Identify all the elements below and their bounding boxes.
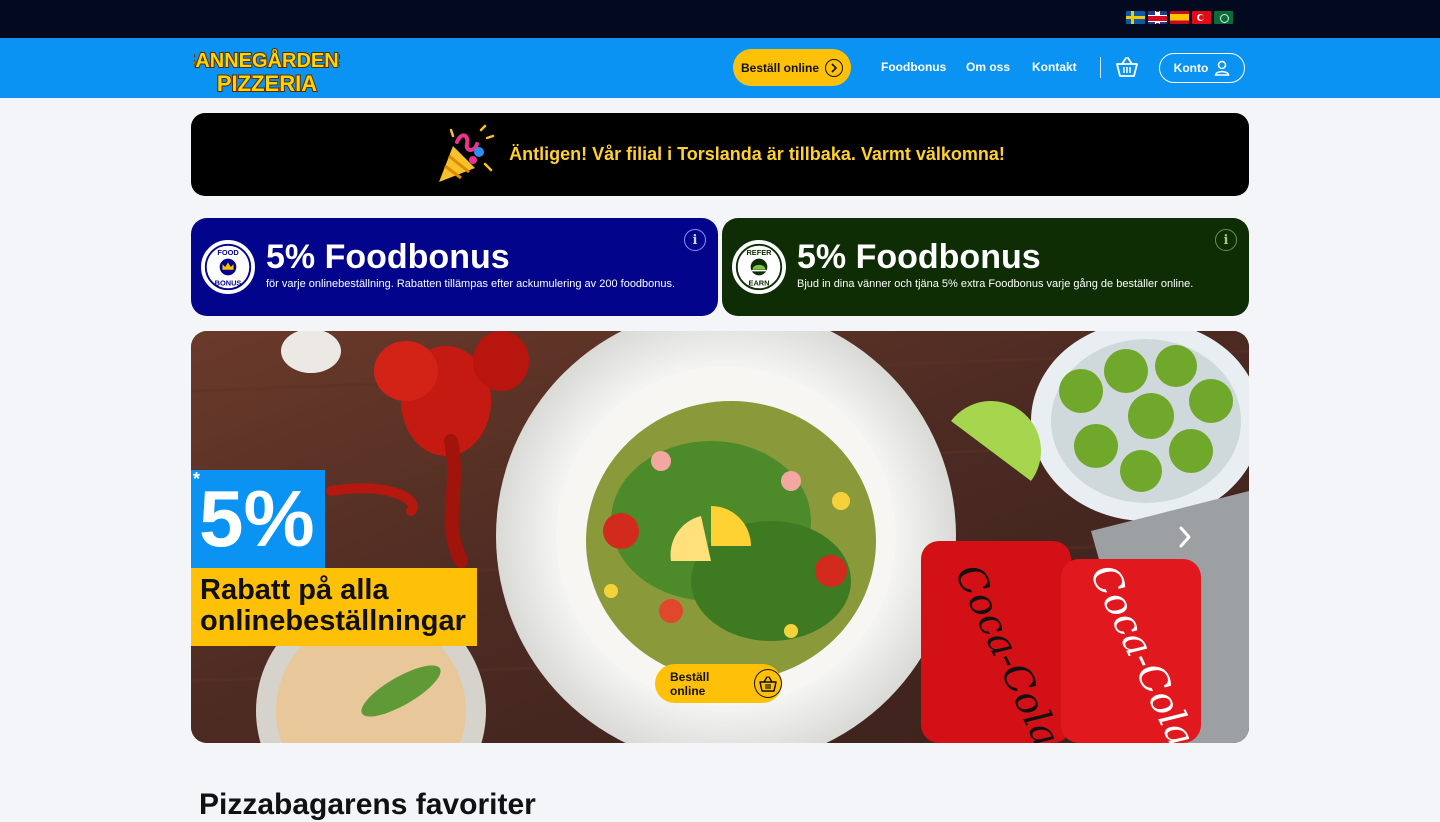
turkey-flag-icon[interactable]	[1192, 11, 1211, 24]
food-bonus-badge-icon: FOOD BONUS	[201, 240, 255, 294]
nav-foodbonus[interactable]: Foodbonus	[881, 60, 946, 74]
foodbonus-title: 5% Foodbonus	[266, 238, 510, 276]
nav-about[interactable]: Om oss	[966, 60, 1010, 74]
carousel-next-icon[interactable]	[1173, 522, 1197, 552]
refer-earn-title: 5% Foodbonus	[797, 238, 1041, 276]
order-online-button[interactable]: Beställ online	[733, 49, 851, 86]
svg-text:BONUS: BONUS	[215, 279, 242, 288]
cart-icon[interactable]	[1115, 56, 1139, 78]
announcement-text: Äntligen! Vår filial i Torslanda är till…	[509, 144, 1005, 164]
spain-flag-icon[interactable]	[1170, 11, 1189, 24]
chevron-right-icon	[825, 58, 844, 77]
party-popper-icon	[439, 124, 495, 182]
promo-text: Rabatt på alla onlinebeställningar	[191, 568, 477, 646]
foodbonus-subtitle: för varje onlinebeställning. Rabatten ti…	[266, 278, 676, 290]
refer-earn-badge-icon: REFER EARN	[732, 240, 786, 294]
refer-earn-subtitle: Bjud in dina vänner och tjäna 5% extra F…	[797, 278, 1194, 290]
info-icon[interactable]: i	[1215, 229, 1237, 251]
nav-contact[interactable]: Kontakt	[1032, 60, 1077, 74]
promo-percent: 5%	[191, 470, 325, 568]
svg-text:FOOD: FOOD	[217, 248, 239, 257]
language-selector	[1126, 11, 1233, 24]
uk-flag-icon[interactable]	[1148, 11, 1167, 24]
hero-order-label: Beställ online	[670, 669, 710, 698]
logo[interactable]: SANNEGÅRDENS PIZZERIA	[194, 44, 340, 94]
hero-order-online-button[interactable]: Beställ online	[655, 664, 782, 703]
hero-carousel: Coca-Cola Coca-Cola 5% * Rabatt på alla …	[191, 331, 1249, 743]
foodbonus-card: FOOD BONUS 5% Foodbonus för varje online…	[191, 218, 718, 316]
announcement-banner: Äntligen! Vår filial i Torslanda är till…	[191, 113, 1249, 196]
logo-line-2: PIZZERIA	[217, 71, 317, 94]
account-button[interactable]: Konto	[1159, 53, 1245, 83]
logo-line-1: SANNEGÅRDENS	[194, 48, 340, 72]
sweden-flag-icon[interactable]	[1126, 11, 1145, 24]
section-title: Pizzabagarens favoriter	[199, 788, 536, 821]
nav-divider	[1100, 57, 1101, 78]
svg-text:REFER: REFER	[746, 248, 772, 257]
info-icon[interactable]: i	[684, 229, 706, 251]
main-navbar: SANNEGÅRDENS PIZZERIA Beställ online Foo…	[0, 38, 1440, 98]
refer-earn-card: REFER EARN 5% Foodbonus Bjud in dina vän…	[722, 218, 1249, 316]
user-icon	[1214, 60, 1230, 76]
account-label: Konto	[1173, 61, 1209, 75]
top-bar	[0, 0, 1440, 38]
saudi-flag-icon[interactable]	[1214, 11, 1233, 24]
order-online-label: Beställ online	[740, 60, 820, 75]
basket-icon	[753, 669, 782, 698]
promo-asterisk: *	[193, 469, 201, 489]
svg-text:EARN: EARN	[749, 279, 770, 288]
